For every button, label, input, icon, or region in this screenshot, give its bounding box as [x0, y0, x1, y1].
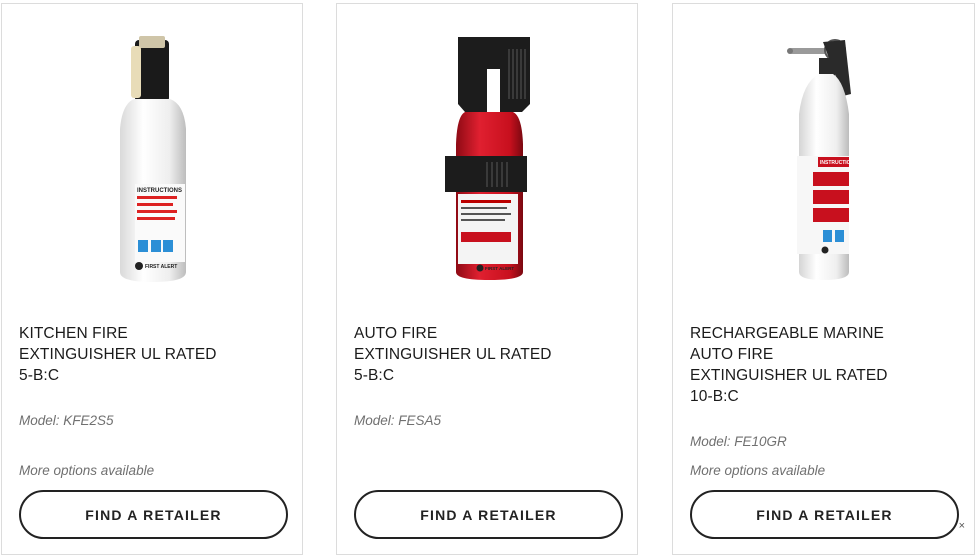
- product-model: Model: KFE2S5: [19, 413, 114, 428]
- product-title-line: EXTINGUISHER UL RATED: [19, 346, 217, 363]
- find-retailer-button[interactable]: FIND A RETAILER: [354, 490, 623, 539]
- product-image-marine-extinguisher[interactable]: INSTRUCTION: [673, 4, 974, 294]
- product-title-line: EXTINGUISHER UL RATED: [354, 346, 552, 363]
- svg-text:FIRST ALERT: FIRST ALERT: [145, 264, 177, 270]
- product-title[interactable]: KITCHEN FIRE EXTINGUISHER UL RATED 5-B:C: [19, 323, 229, 386]
- product-title-line: AUTO FIRE: [354, 325, 438, 342]
- product-title[interactable]: AUTO FIRE EXTINGUISHER UL RATED 5-B:C: [354, 323, 564, 386]
- product-title-line: AUTO FIRE: [690, 346, 774, 363]
- more-options-text: More options available: [690, 463, 826, 478]
- product-model: Model: FE10GR: [690, 434, 787, 449]
- svg-text:INSTRUCTIONS: INSTRUCTIONS: [137, 188, 182, 194]
- find-retailer-button[interactable]: FIND A RETAILER: [690, 490, 959, 539]
- product-title-line: 10-B:C: [690, 388, 739, 405]
- product-card-kitchen[interactable]: INSTRUCTIONS FIRST ALERT KITCHEN FIRE EX…: [1, 3, 303, 555]
- product-title-line: 5-B:C: [19, 367, 60, 384]
- product-title-line: RECHARGEABLE MARINE: [690, 325, 884, 342]
- product-card-marine[interactable]: INSTRUCTION RECHARGEABLE MARINE AUTO FIR…: [672, 3, 975, 555]
- more-options-text: More options available: [19, 463, 155, 478]
- product-model: Model: FESA5: [354, 413, 442, 428]
- product-image-auto-extinguisher[interactable]: FIRST ALERT: [337, 4, 637, 294]
- close-icon[interactable]: ×: [959, 520, 965, 532]
- product-title[interactable]: RECHARGEABLE MARINE AUTO FIRE EXTINGUISH…: [690, 323, 900, 407]
- product-card-auto[interactable]: FIRST ALERT AUTO FIRE EXTINGUISHER UL RA…: [336, 3, 638, 555]
- product-title-line: KITCHEN FIRE: [19, 325, 128, 342]
- find-retailer-button[interactable]: FIND A RETAILER: [19, 490, 288, 539]
- product-title-line: EXTINGUISHER UL RATED: [690, 367, 888, 384]
- product-image-kitchen-extinguisher[interactable]: INSTRUCTIONS FIRST ALERT: [2, 4, 302, 294]
- svg-text:FIRST ALERT: FIRST ALERT: [485, 266, 514, 271]
- svg-text:INSTRUCTION: INSTRUCTION: [820, 160, 855, 166]
- product-title-line: 5-B:C: [354, 367, 395, 384]
